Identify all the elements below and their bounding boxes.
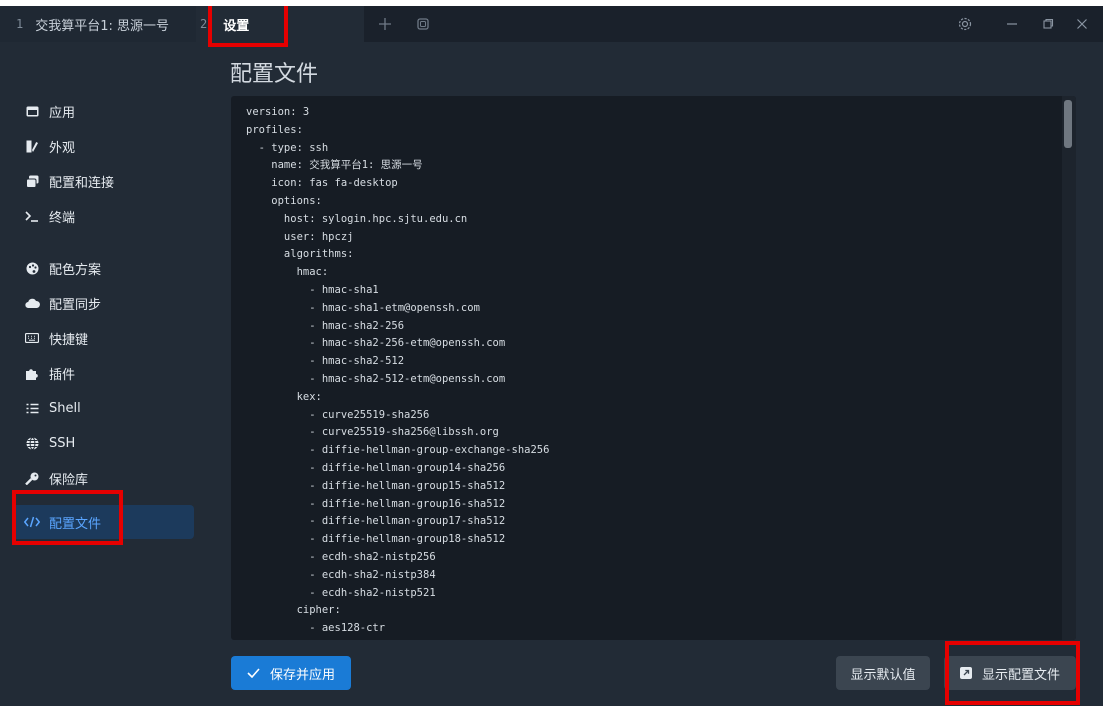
restore-icon[interactable] xyxy=(1039,15,1057,33)
window-icon xyxy=(24,106,40,117)
tab-title: 设置 xyxy=(223,18,250,34)
tab-bar: 1 交我算平台1: 思源一号 2 设置 xyxy=(0,6,1103,42)
sidebar-item-label: 快捷键 xyxy=(49,332,89,348)
tab-title: 交我算平台1: 思源一号 xyxy=(35,18,170,34)
sidebar-item-label: 配置文件 xyxy=(49,516,102,532)
close-icon[interactable] xyxy=(1073,15,1091,33)
settings-window: 1 交我算平台1: 思源一号 2 设置 应用 外观 配置和连接 终端 配色方案 … xyxy=(0,6,1103,706)
sidebar-item-label: 保险库 xyxy=(49,472,89,488)
editor-scrollbar[interactable] xyxy=(1062,96,1076,640)
tab-number: 2 xyxy=(200,17,208,31)
cloud-icon xyxy=(24,298,40,308)
sidebar-item-label: 外观 xyxy=(49,140,76,156)
sidebar-item-label: Shell xyxy=(49,400,81,416)
check-icon xyxy=(247,668,260,678)
page-title: 配置文件 xyxy=(230,62,319,87)
sidebar-item-label: 配置同步 xyxy=(49,297,102,313)
show-config-file-button[interactable]: 显示配置文件 xyxy=(944,656,1076,690)
tab-number: 1 xyxy=(16,17,24,31)
new-tab-icon[interactable] xyxy=(376,15,394,33)
tab-ssh-session[interactable]: 1 交我算平台1: 思源一号 xyxy=(0,6,196,42)
sidebar-item-config-file[interactable]: 配置文件 xyxy=(12,505,194,539)
sidebar-item-label: 应用 xyxy=(49,105,76,121)
list-icon xyxy=(24,403,40,414)
show-defaults-button[interactable]: 显示默认值 xyxy=(836,656,930,690)
sidebar-item-plugins[interactable]: 插件 xyxy=(12,356,194,390)
save-apply-button[interactable]: 保存并应用 xyxy=(231,656,351,690)
external-link-icon xyxy=(959,667,972,679)
code-icon xyxy=(24,516,40,528)
sidebar-item-hotkeys[interactable]: 快捷键 xyxy=(12,321,194,355)
sidebar-item-app[interactable]: 应用 xyxy=(12,94,194,128)
sidebar-item-appearance[interactable]: 外观 xyxy=(12,129,194,163)
tab-settings[interactable]: 2 设置 xyxy=(196,6,364,42)
sidebar-item-shell[interactable]: Shell xyxy=(12,391,194,425)
sidebar-item-vault[interactable]: 保险库 xyxy=(12,461,194,495)
sidebar-item-terminal[interactable]: 终端 xyxy=(12,199,194,233)
sidebar-item-label: SSH xyxy=(49,435,76,451)
scrollbar-thumb[interactable] xyxy=(1064,100,1072,148)
terminal-icon xyxy=(24,210,40,222)
brush-icon xyxy=(24,140,40,153)
sidebar-item-label: 配色方案 xyxy=(49,262,102,278)
key-icon xyxy=(24,472,40,485)
windows-icon xyxy=(24,175,40,188)
sidebar-item-label: 插件 xyxy=(49,367,76,383)
keyboard-icon xyxy=(24,333,40,343)
button-label: 保存并应用 xyxy=(269,667,335,683)
settings-sidebar: 应用 外观 配置和连接 终端 配色方案 配置同步 快捷键 插件 Shell SS… xyxy=(0,42,205,706)
sidebar-item-config-sync[interactable]: 配置同步 xyxy=(12,286,194,320)
sidebar-item-label: 配置和连接 xyxy=(49,175,115,191)
palette-icon xyxy=(24,262,40,275)
minimize-icon[interactable] xyxy=(1003,15,1021,33)
config-editor[interactable]: version: 3 profiles: - type: ssh name: 交… xyxy=(231,96,1076,640)
sidebar-item-ssh[interactable]: SSH xyxy=(12,426,194,460)
gear-icon[interactable] xyxy=(956,15,974,33)
split-tab-icon[interactable] xyxy=(414,15,432,33)
puzzle-icon xyxy=(24,367,40,380)
sidebar-item-label: 终端 xyxy=(49,210,76,226)
config-text[interactable]: version: 3 profiles: - type: ssh name: 交… xyxy=(246,104,549,640)
button-label: 显示默认值 xyxy=(850,667,916,683)
sidebar-item-profiles[interactable]: 配置和连接 xyxy=(12,164,194,198)
globe-icon xyxy=(24,436,40,450)
button-label: 显示配置文件 xyxy=(981,667,1060,683)
sidebar-item-color-scheme[interactable]: 配色方案 xyxy=(12,251,194,285)
